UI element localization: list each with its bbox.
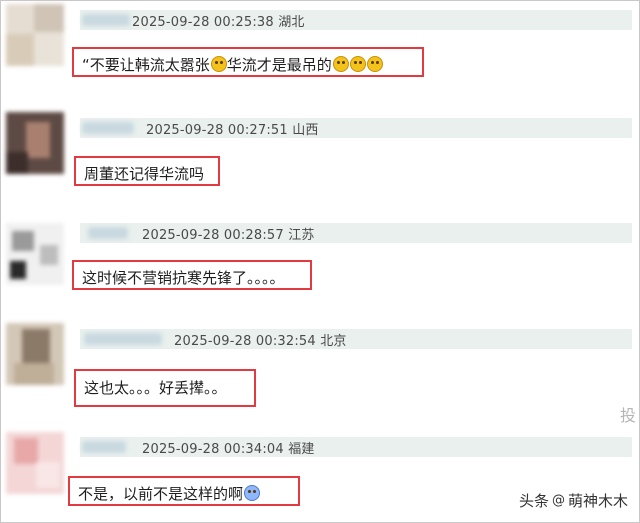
comment-time: 2025-09-28 00:34:04 [142,442,284,457]
at-icon: @ [551,493,565,508]
comment-time-region: 2025-09-28 00:25:38 湖北 [132,11,305,30]
comment-body-highlight: 周董还记得华流吗 [74,156,220,186]
comment-body-highlight: 这也太。。。好丢撵。。 [74,369,256,407]
comment-meta-bar: 2025-09-28 00:34:04 福建 [80,437,632,457]
comment-region: 福建 [288,442,315,457]
comment-time: 2025-09-28 00:25:38 [132,15,274,30]
edge-cutoff-text: 投 [619,406,636,425]
comment-text: 这也太。。。好丢撵。。 [84,379,227,397]
user-avatar[interactable] [6,432,64,494]
comment-time-region: 2025-09-28 00:27:51 山西 [146,119,319,138]
comment-text: 不是，以前不是这样的啊 [78,483,261,504]
comment-time: 2025-09-28 00:32:54 [174,334,316,349]
comment-body-highlight: “不要让韩流太嚣张 华流才是最吊的 [72,47,424,77]
comment-text: “不要让韩流太嚣张 华流才是最吊的 [82,54,383,75]
username-blurred[interactable] [82,14,130,26]
comment-time: 2025-09-28 00:28:57 [142,228,284,243]
username-blurred[interactable] [84,333,162,345]
comment-region: 江苏 [288,228,315,243]
username-blurred[interactable] [82,441,126,453]
comment-body-highlight: 不是，以前不是这样的啊 [68,476,300,506]
user-avatar[interactable] [6,4,64,66]
scared-emoji-icon [244,485,261,501]
comment-meta-bar: 2025-09-28 00:25:38 湖北 [80,10,632,30]
comment-time-region: 2025-09-28 00:28:57 江苏 [142,224,315,243]
user-avatar[interactable] [6,223,64,285]
comment-meta-bar: 2025-09-28 00:28:57 江苏 [80,223,632,243]
comment-region: 北京 [320,334,347,349]
comment-time: 2025-09-28 00:27:51 [146,123,288,138]
watermark-author: 萌神木木 [567,492,628,510]
comment-body-highlight: 这时候不营销抗寒先锋了。。。。 [72,260,312,290]
user-avatar[interactable] [6,112,64,174]
laugh-emoji-icon [332,56,349,72]
watermark: 头条 @ 萌神木木 [519,490,628,511]
comment-meta-bar: 2025-09-28 00:27:51 山西 [80,118,632,138]
comment-text: 这时候不营销抗寒先锋了。。。。 [82,269,285,287]
laugh-emoji-icon [366,56,383,72]
comment-text: 周董还记得华流吗 [84,165,205,183]
username-blurred[interactable] [88,227,128,239]
laugh-emoji-icon [349,56,366,72]
comment-time-region: 2025-09-28 00:34:04 福建 [142,438,315,457]
laugh-emoji-icon [210,56,227,72]
comment-text-part1: 不是，以前不是这样的啊 [78,485,244,503]
watermark-platform: 头条 [518,492,549,510]
user-avatar[interactable] [6,323,64,385]
comment-region: 湖北 [278,15,305,30]
comment-text-part2: 华流才是最吊的 [226,56,332,74]
comment-meta-bar: 2025-09-28 00:32:54 北京 [80,329,632,349]
comment-text-part1: “不要让韩流太嚣张 [82,56,210,74]
username-blurred[interactable] [82,122,134,134]
comment-time-region: 2025-09-28 00:32:54 北京 [174,330,347,349]
comment-region: 山西 [292,123,319,138]
